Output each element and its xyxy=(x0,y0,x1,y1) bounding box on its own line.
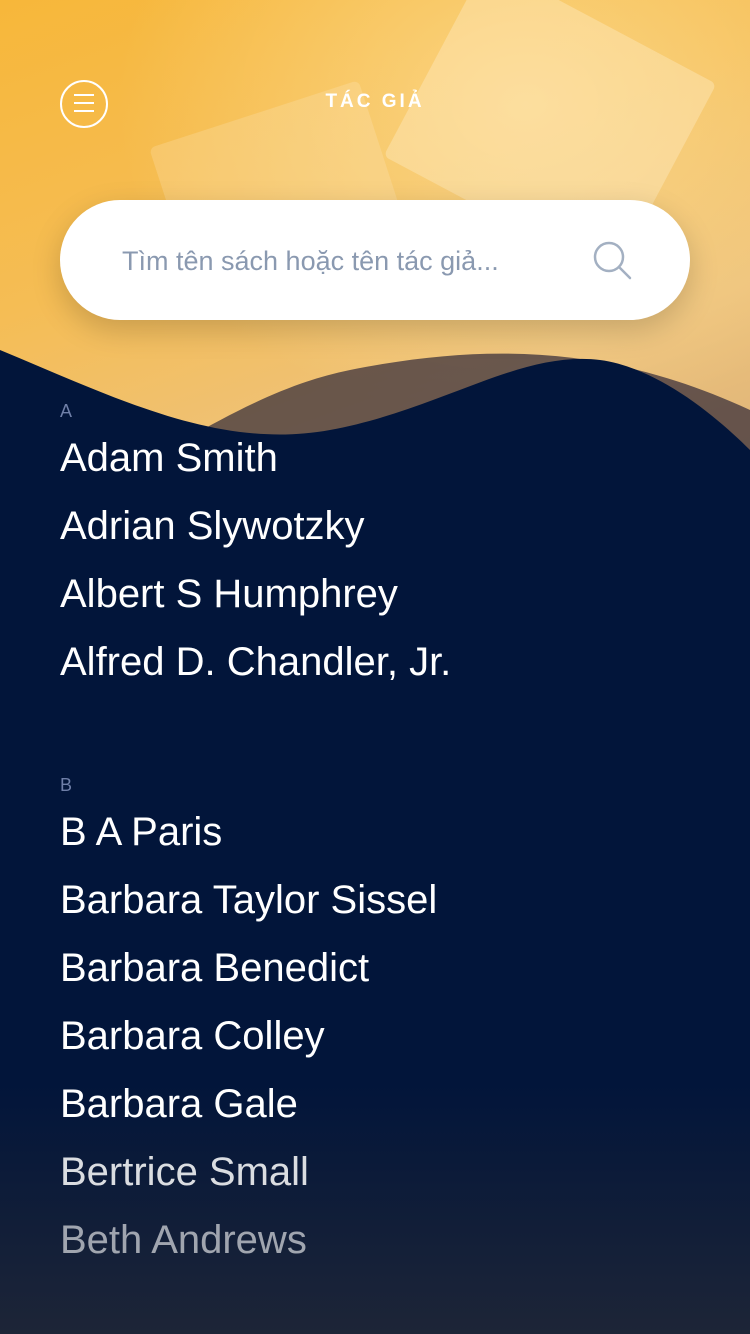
search-input[interactable] xyxy=(120,230,564,292)
section-letter: A xyxy=(60,401,73,421)
search-icon[interactable] xyxy=(592,240,634,282)
author-item[interactable]: Barbara Taylor Sissel xyxy=(60,866,700,934)
author-item[interactable]: Albert S Humphrey xyxy=(60,560,700,628)
author-item[interactable]: B A Paris xyxy=(60,798,700,866)
author-item[interactable]: Beth Andrews xyxy=(60,1206,700,1274)
search-bar[interactable] xyxy=(60,200,690,320)
page-title: TÁC GIẢ xyxy=(325,91,425,112)
author-item[interactable]: Barbara Colley xyxy=(60,1002,700,1070)
author-item[interactable]: Bertrice Small xyxy=(60,1138,700,1206)
author-item[interactable]: Adam Smith xyxy=(60,424,700,492)
author-item[interactable]: Adrian Slywotzky xyxy=(60,492,700,560)
author-item[interactable]: Alfred D. Chandler, Jr. xyxy=(60,628,700,696)
section-letter: B xyxy=(60,775,73,795)
author-item[interactable]: Barbara Benedict xyxy=(60,934,700,1002)
author-list: A Adam Smith Adrian Slywotzky Albert S H… xyxy=(60,398,700,1274)
author-item[interactable]: Barbara Gale xyxy=(60,1070,700,1138)
